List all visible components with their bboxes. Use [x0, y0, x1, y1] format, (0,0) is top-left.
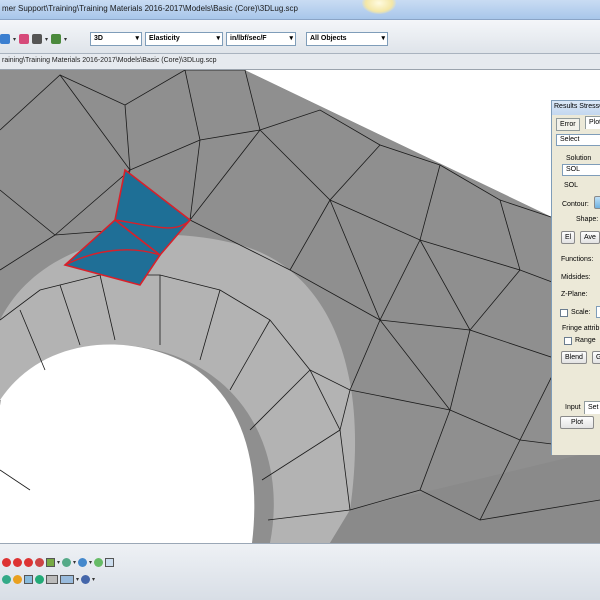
- label-icon[interactable]: [46, 574, 58, 584]
- model-path: raining\Training Materials 2016-2017\Mod…: [2, 57, 217, 64]
- orient-icon[interactable]: [81, 574, 91, 584]
- dimension-select[interactable]: 3D ▾: [90, 32, 142, 46]
- window-title: mer Support\Training\Training Materials …: [2, 4, 298, 13]
- chevron-down-icon: ▾: [381, 35, 385, 42]
- select-mode-icon[interactable]: [51, 34, 62, 44]
- solution-name: SOL: [564, 182, 579, 189]
- bottom-toolbar-row-2: ▾ ▾: [2, 573, 95, 585]
- units-select[interactable]: in/lbf/sec/F ▾: [226, 32, 296, 46]
- plot-button[interactable]: Plot: [560, 416, 594, 429]
- midsides-label: Midsides:: [561, 274, 591, 281]
- select-dropdown[interactable]: Select: [556, 134, 600, 146]
- view-mode-icon[interactable]: [60, 574, 74, 584]
- results-panel-title: Results StressCh: [552, 101, 600, 115]
- bottom-toolbar: ▾ ▾ ▾ ▾ ▾: [0, 543, 600, 600]
- scale-label: Scale:: [571, 309, 591, 316]
- shape-label: Shape:: [576, 216, 599, 223]
- delete-icon[interactable]: [24, 557, 33, 567]
- gear-icon[interactable]: [78, 557, 88, 567]
- toolbar-icon-group: ▾ ▾ ▾: [0, 32, 67, 46]
- mesh-canvas[interactable]: [0, 70, 600, 543]
- chevron-down-icon: ▾: [216, 35, 220, 42]
- node-icon[interactable]: [62, 557, 72, 567]
- display-icon[interactable]: [24, 574, 33, 584]
- results-panel: Results StressCh Error Plot Select Solut…: [551, 100, 600, 455]
- range-checkbox[interactable]: [564, 337, 572, 345]
- range-label: Range: [575, 337, 596, 344]
- solution-label: Solution: [566, 155, 592, 162]
- selection-filter-select[interactable]: All Objects ▾: [306, 32, 388, 46]
- chevron-down-icon[interactable]: ▾: [92, 576, 95, 583]
- globe-icon[interactable]: [35, 574, 44, 584]
- grid-icon[interactable]: [105, 557, 115, 567]
- contour-toggle-button[interactable]: [594, 196, 600, 209]
- analysis-type-value: Elasticity: [149, 35, 180, 42]
- chevron-down-icon[interactable]: ▾: [89, 559, 92, 566]
- chevron-down-icon[interactable]: ▾: [57, 559, 60, 566]
- element-button[interactable]: El: [561, 231, 576, 244]
- mesh-icon[interactable]: [46, 557, 55, 567]
- selection-filter-value: All Objects: [310, 35, 347, 42]
- undo-icon[interactable]: [2, 574, 11, 584]
- tab-input[interactable]: Input: [561, 401, 585, 414]
- chevron-down-icon[interactable]: ▾: [13, 36, 16, 43]
- analysis-type-select[interactable]: Elasticity ▾: [145, 32, 223, 46]
- view-icon[interactable]: [0, 34, 10, 44]
- model-viewport[interactable]: Results StressCh Error Plot Select Solut…: [0, 70, 600, 543]
- dimension-value: 3D: [94, 35, 103, 42]
- bottom-toolbar-row-1: ▾ ▾ ▾: [2, 556, 115, 568]
- average-button[interactable]: Ave: [580, 231, 600, 244]
- stop-icon[interactable]: [2, 557, 11, 567]
- units-value: in/lbf/sec/F: [230, 35, 267, 42]
- functions-label: Functions:: [561, 256, 594, 263]
- folder-icon[interactable]: [13, 574, 22, 584]
- settings-icon[interactable]: [94, 557, 104, 567]
- chevron-down-icon[interactable]: ▾: [45, 36, 48, 43]
- scale-input[interactable]: [596, 306, 600, 318]
- window-control-glow[interactable]: [362, 0, 396, 14]
- clear-icon[interactable]: [35, 557, 44, 567]
- g-button[interactable]: G: [592, 351, 600, 364]
- chevron-down-icon: ▾: [289, 35, 293, 42]
- solution-select[interactable]: SOL: [562, 164, 600, 176]
- blend-button[interactable]: Blend: [561, 351, 587, 364]
- tab-plot[interactable]: Plot: [585, 116, 600, 129]
- model-path-bar: raining\Training Materials 2016-2017\Mod…: [0, 54, 600, 70]
- chevron-down-icon: ▾: [135, 35, 139, 42]
- pointer-icon[interactable]: [19, 34, 30, 44]
- zplane-label: Z-Plane:: [561, 291, 588, 298]
- contour-label: Contour:: [562, 201, 589, 208]
- window-title-bar: mer Support\Training\Training Materials …: [0, 0, 600, 20]
- chevron-down-icon[interactable]: ▾: [64, 36, 67, 43]
- filter-icon[interactable]: [32, 34, 43, 44]
- cancel-icon[interactable]: [13, 557, 22, 567]
- main-toolbar: ▾ ▾ ▾ 3D ▾ Elasticity ▾ in/lbf/sec/F ▾ A…: [0, 20, 600, 54]
- fringe-attributes-label: Fringe attrib: [562, 325, 600, 332]
- tab-error[interactable]: Error: [556, 118, 580, 131]
- tab-set[interactable]: Set: [584, 401, 600, 414]
- chevron-down-icon[interactable]: ▾: [76, 576, 79, 583]
- chevron-down-icon[interactable]: ▾: [73, 559, 76, 566]
- scale-checkbox[interactable]: [560, 309, 568, 317]
